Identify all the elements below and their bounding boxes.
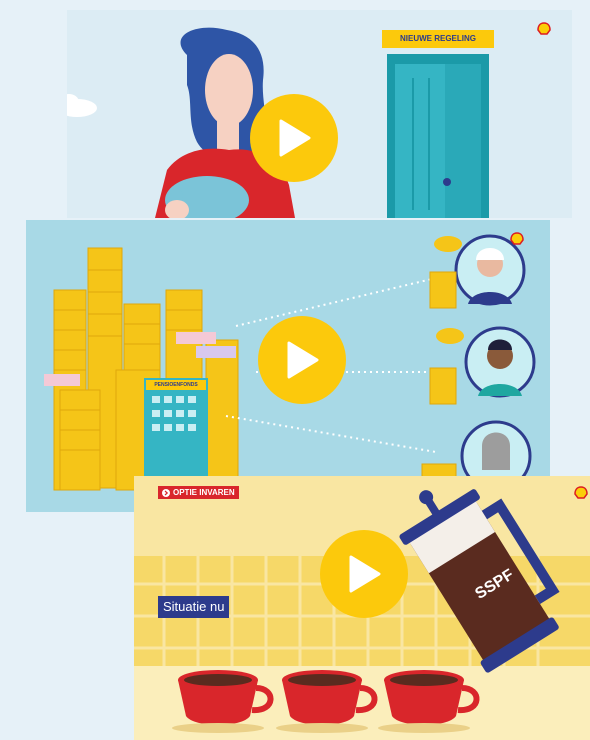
chevron-right-icon: [162, 488, 170, 497]
shell-logo-icon: [537, 22, 551, 36]
shell-logo-icon: [510, 232, 524, 246]
option-invaren-tag: OPTIE INVAREN: [158, 486, 239, 499]
video-thumbnail-option-invaren[interactable]: OPTIE INVAREN Situatie nu SSPF: [134, 476, 590, 740]
situation-now-label: Situatie nu: [158, 596, 230, 618]
play-icon: [349, 555, 381, 593]
play-button[interactable]: [250, 94, 338, 182]
option-invaren-label: OPTIE INVAREN: [173, 488, 235, 497]
play-button[interactable]: [258, 316, 346, 404]
play-button[interactable]: [320, 530, 408, 618]
video-thumbnail-pension-fund[interactable]: PENSIOENFONDS: [26, 220, 550, 512]
play-icon: [287, 341, 319, 379]
pension-fund-building-label: PENSIOENFONDS: [146, 380, 206, 390]
shell-logo-icon: [574, 486, 588, 500]
play-icon: [279, 119, 311, 157]
video-thumbnail-new-scheme[interactable]: NIEUWE REGELING: [67, 10, 572, 218]
new-scheme-sign: NIEUWE REGELING: [382, 30, 494, 48]
